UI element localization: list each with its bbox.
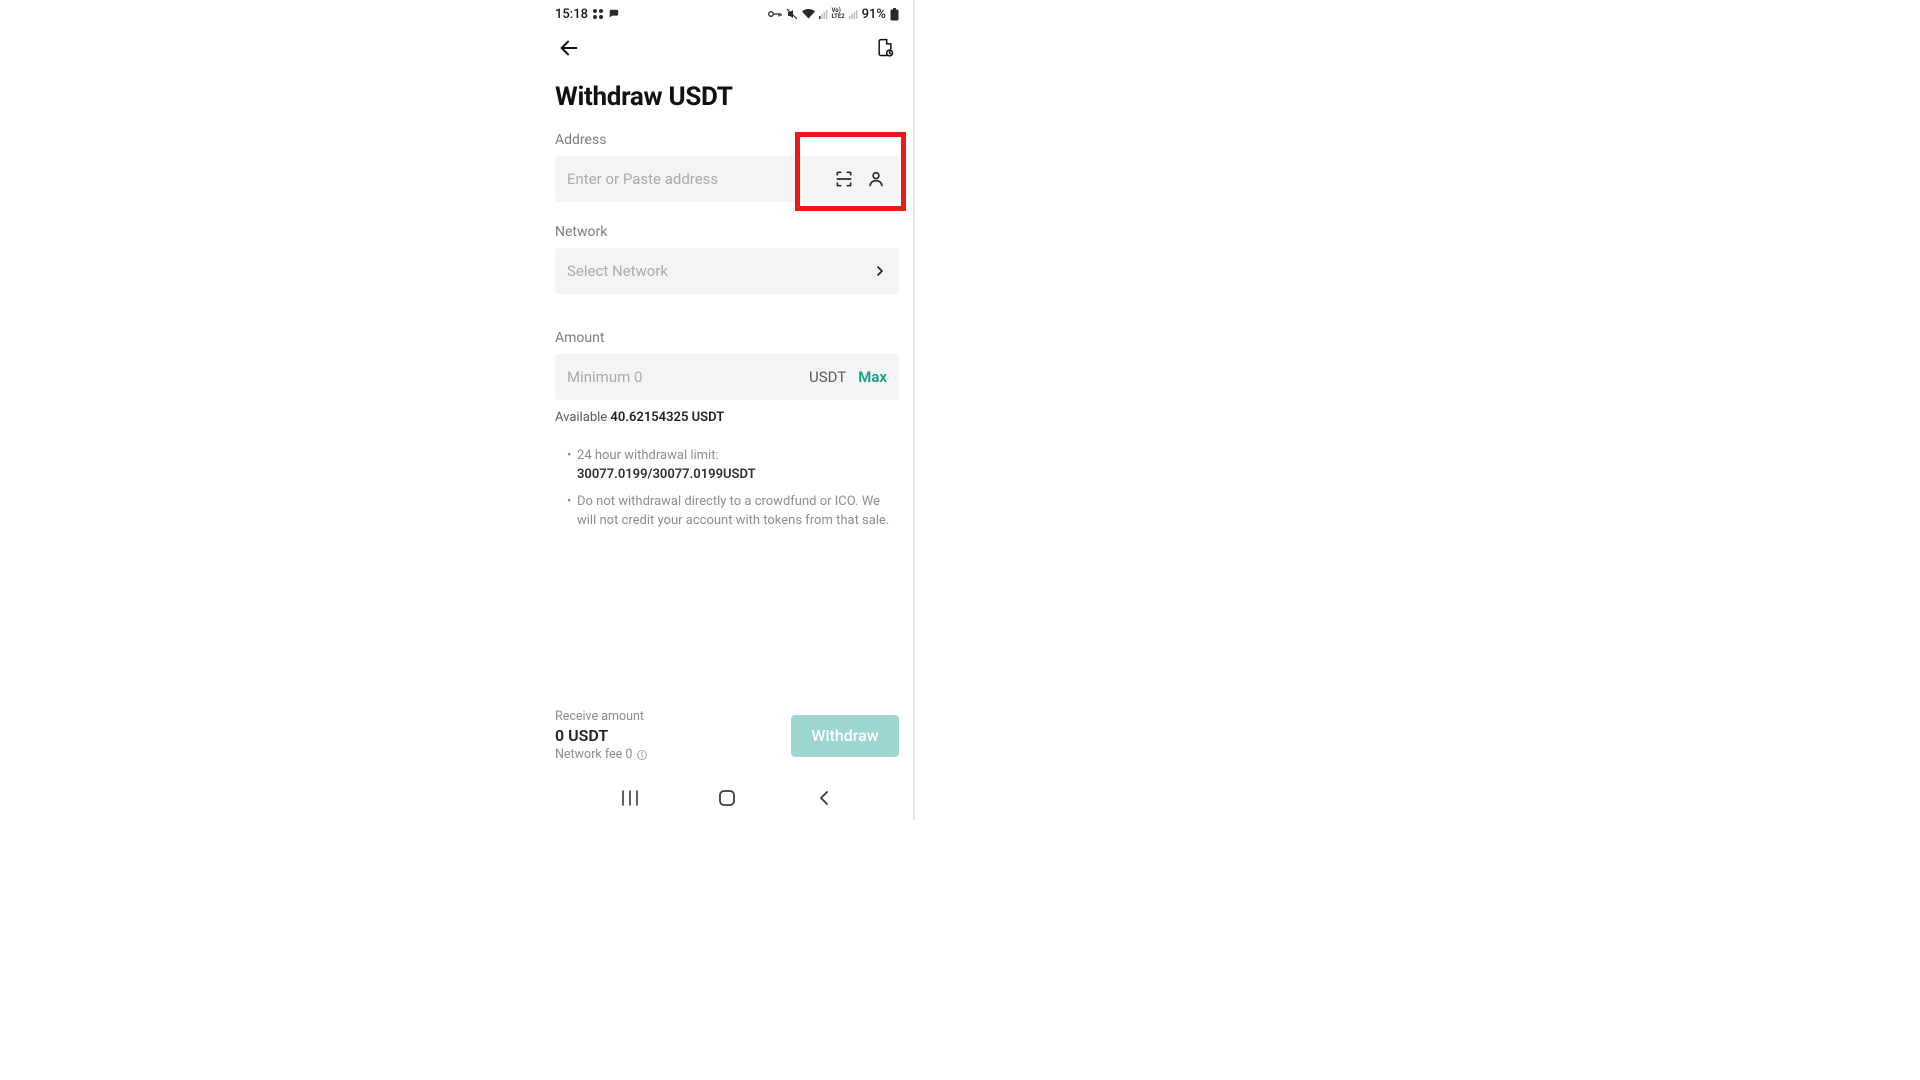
scan-qr-button[interactable] — [833, 168, 855, 190]
app-header — [541, 28, 913, 68]
battery-percent: 91% — [862, 7, 886, 22]
network-placeholder: Select Network — [567, 262, 668, 280]
available-value: 40.62154325 USDT — [610, 410, 724, 425]
withdraw-button[interactable]: Withdraw — [791, 715, 899, 757]
amount-label: Amount — [555, 330, 899, 346]
network-select[interactable]: Select Network — [555, 248, 899, 294]
scan-icon — [834, 169, 854, 189]
history-button[interactable] — [871, 34, 899, 62]
phone-frame: 15:18 Vo)LTE2 91% — [541, 0, 915, 820]
receive-amount-label: Receive amount — [555, 709, 648, 724]
status-bar: 15:18 Vo)LTE2 91% — [541, 0, 913, 28]
available-prefix: Available — [555, 410, 610, 425]
status-time: 15:18 — [555, 7, 588, 22]
ico-warning-note: Do not withdrawal directly to a crowdfun… — [567, 493, 899, 531]
page-title: Withdraw USDT — [555, 82, 899, 112]
amount-unit: USDT — [809, 368, 846, 386]
vpn-key-icon — [768, 9, 782, 19]
android-nav-bar — [541, 776, 913, 820]
home-icon — [718, 789, 736, 807]
wifi-icon — [802, 9, 815, 19]
network-label: Network — [555, 224, 899, 240]
bottom-bar: Receive amount 0 USDT Network fee 0 With… — [555, 701, 899, 776]
address-input[interactable] — [567, 170, 823, 188]
limit-value: 30077.0199/30077.0199USDT — [577, 467, 756, 482]
notes-section: 24 hour withdrawal limit: 30077.0199/300… — [555, 447, 899, 538]
back-nav-icon — [817, 789, 831, 807]
signal-1-icon — [819, 9, 828, 19]
amount-input[interactable] — [567, 368, 797, 386]
signal-2-icon — [849, 9, 858, 19]
chevron-right-icon — [875, 265, 885, 277]
document-history-icon — [875, 38, 895, 58]
home-button[interactable] — [713, 784, 741, 812]
arrow-left-icon — [558, 37, 580, 59]
status-app-icon-1 — [592, 8, 604, 20]
recents-icon — [620, 789, 640, 807]
amount-input-row: USDT Max — [555, 354, 899, 400]
content-area: Withdraw USDT Address Network Select Net… — [541, 68, 913, 776]
address-label: Address — [555, 132, 899, 148]
info-icon[interactable] — [636, 749, 648, 761]
address-input-row — [555, 156, 899, 202]
battery-icon — [890, 8, 899, 21]
address-book-button[interactable] — [865, 168, 887, 190]
volte-icon: Vo)LTE2 — [832, 8, 845, 20]
network-fee-label: Network fee 0 — [555, 747, 632, 762]
receive-amount-value: 0 USDT — [555, 726, 648, 745]
person-icon — [866, 169, 886, 189]
amount-max-button[interactable]: Max — [858, 368, 887, 386]
withdrawal-limit-note: 24 hour withdrawal limit: 30077.0199/300… — [567, 447, 899, 485]
available-balance: Available 40.62154325 USDT — [555, 410, 899, 425]
back-nav-button[interactable] — [810, 784, 838, 812]
status-app-icon-2 — [608, 8, 620, 20]
limit-prefix: 24 hour withdrawal limit: — [577, 448, 719, 463]
recent-apps-button[interactable] — [616, 784, 644, 812]
back-button[interactable] — [555, 34, 583, 62]
mute-icon — [786, 8, 798, 20]
